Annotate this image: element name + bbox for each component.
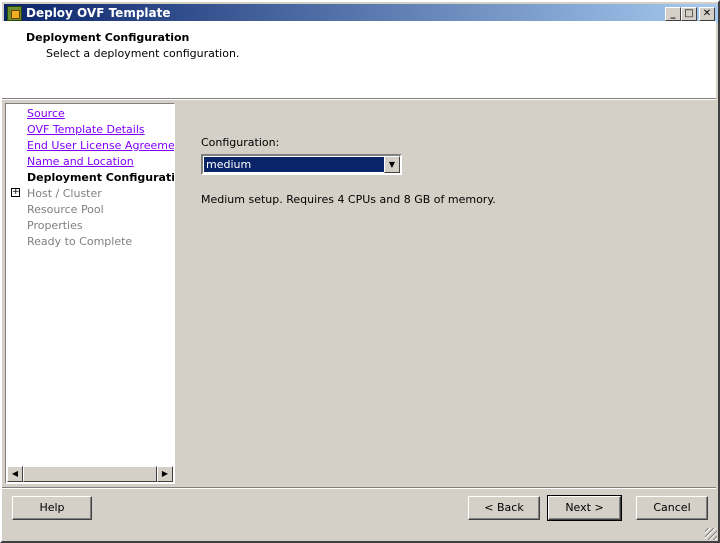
page-title: Deployment Configuration [26, 31, 190, 44]
step-ready-to-complete: Ready to Complete [27, 235, 133, 248]
step-name-and-location[interactable]: Name and Location [27, 154, 134, 170]
next-button[interactable]: Next > [547, 495, 622, 521]
close-button[interactable]: ✕ [699, 7, 715, 21]
scroll-right-icon[interactable]: ▶ [157, 466, 173, 482]
window-title: Deploy OVF Template [26, 6, 171, 20]
maximize-button[interactable]: □ [681, 7, 697, 21]
configuration-label: Configuration: [201, 136, 280, 149]
wizard-steps-list: Source OVF Template Details End User Lic… [5, 103, 175, 484]
scroll-left-icon[interactable]: ◀ [7, 466, 23, 482]
configuration-description: Medium setup. Requires 4 CPUs and 8 GB o… [201, 193, 496, 206]
divider [2, 487, 716, 489]
configuration-selected-value[interactable]: medium [203, 156, 386, 173]
cancel-button[interactable]: Cancel [636, 496, 708, 520]
step-host-cluster: Host / Cluster [27, 187, 102, 200]
step-properties: Properties [27, 219, 83, 232]
help-button[interactable]: Help [12, 496, 92, 520]
expand-plus-icon[interactable]: + [11, 188, 20, 197]
resize-grip-icon[interactable] [705, 528, 717, 540]
step-source[interactable]: Source [27, 106, 65, 122]
step-eula[interactable]: End User License Agreement [27, 138, 174, 154]
app-icon [7, 6, 22, 21]
step-resource-pool: Resource Pool [27, 203, 104, 216]
step-ovf-template-details[interactable]: OVF Template Details [27, 122, 145, 138]
minimize-button[interactable]: _ [665, 7, 681, 21]
horizontal-scrollbar[interactable]: ◀ ▶ [7, 466, 173, 482]
back-button[interactable]: < Back [468, 496, 540, 520]
wizard-header: Deployment Configuration Select a deploy… [2, 21, 716, 100]
configuration-dropdown[interactable]: medium ▼ [201, 154, 402, 175]
step-deployment-configuration: Deployment Configuration [27, 171, 175, 184]
scroll-thumb[interactable] [23, 466, 157, 482]
page-subtitle: Select a deployment configuration. [46, 47, 240, 60]
chevron-down-icon[interactable]: ▼ [384, 156, 400, 173]
